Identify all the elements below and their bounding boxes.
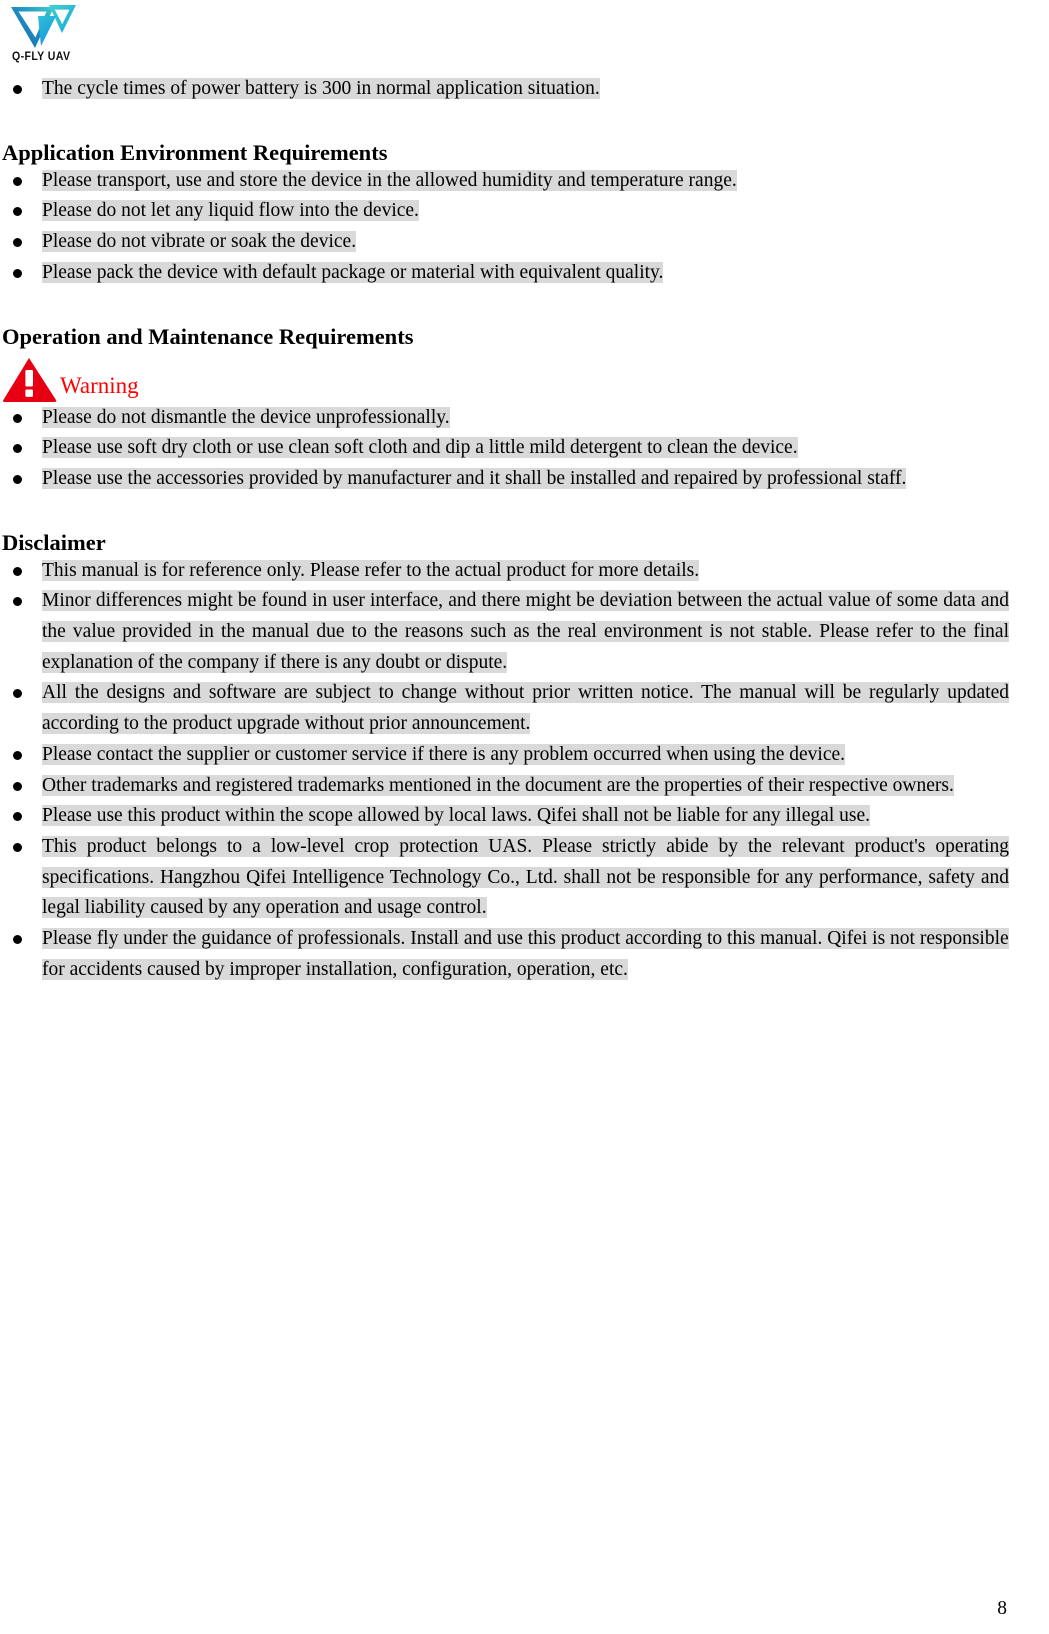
section-heading-disclaimer: Disclaimer [2,529,106,555]
list-item: Please use soft dry cloth or use clean s… [0,433,1009,464]
list-item-text: Please pack the device with default pack… [42,261,664,283]
list-item-text: Please do not dismantle the device unpro… [42,406,450,428]
bullet-list-operation-maintenance: Please do not dismantle the device unpro… [0,403,1009,495]
bullet-dot-icon [13,935,22,945]
list-item-text: Please fly under the guidance of profess… [42,928,1009,980]
list-item-text: Please use soft dry cloth or use clean s… [42,437,798,459]
bullet-dot-icon [13,812,22,822]
list-item-text: Please transport, use and store the devi… [42,169,737,191]
list-item-text: This manual is for reference only. Pleas… [42,559,700,581]
list-item: Please use this product within the scope… [0,801,1009,832]
list-item-text: This product belongs to a low-level crop… [42,835,1009,919]
bullet-dot-icon [13,781,22,791]
section-heading-application-environment: Application Environment Requirements [2,139,388,165]
list-item: Please transport, use and store the devi… [0,166,1009,197]
bullet-dot-icon [13,597,22,607]
logo-wordmark: Q-FLY UAV [12,51,71,63]
bullet-dot-icon [13,566,22,576]
section-heading-operation-maintenance: Operation and Maintenance Requirements [2,323,414,349]
list-item: This manual is for reference only. Pleas… [0,556,1009,587]
brand-logo: Q-FLY UAV [8,2,94,68]
bullet-dot-icon [13,474,22,484]
bullet-list-disclaimer: This manual is for reference only. Pleas… [0,556,1009,986]
page-number: 8 [997,1598,1007,1619]
list-item-text: Please do not let any liquid flow into t… [42,200,419,222]
intro-bullet-list: The cycle times of power battery is 300 … [0,74,1009,105]
warning-triangle-icon [3,357,57,402]
warning-notice: Warning [0,356,1009,402]
bullet-dot-icon [13,207,22,217]
document-page: Q-FLY UAV The cycle times of power batte… [0,0,1049,1634]
bullet-dot-icon [13,85,22,94]
list-item: Please fly under the guidance of profess… [0,924,1009,985]
list-item-text: Please use the accessories provided by m… [42,467,907,489]
bullet-dot-icon [13,413,22,423]
list-item: The cycle times of power battery is 300 … [0,74,1009,105]
bullet-list-application-environment: Please transport, use and store the devi… [0,166,1009,289]
list-item-text: Please do not vibrate or soak the device… [42,231,357,253]
list-item-text: The cycle times of power battery is 300 … [42,78,600,99]
bullet-dot-icon [13,842,22,852]
list-item: Minor differences might be found in user… [0,586,1009,678]
bullet-dot-icon [13,689,22,699]
bullet-dot-icon [13,444,22,454]
list-item-text: Please use this product within the scope… [42,805,870,827]
list-item-text: Please contact the supplier or customer … [42,743,846,765]
list-item: Please do not dismantle the device unpro… [0,403,1009,434]
list-item: Please pack the device with default pack… [0,258,1009,289]
bullet-dot-icon [13,750,22,760]
document-content: The cycle times of power battery is 300 … [0,74,1009,985]
bullet-dot-icon [13,176,22,186]
bullet-dot-icon [13,238,22,248]
list-item: Please contact the supplier or customer … [0,740,1009,771]
q-fly-uav-mark-icon [11,5,76,48]
list-item-text: Other trademarks and registered trademar… [42,774,954,796]
list-item: Other trademarks and registered trademar… [0,771,1009,802]
list-item: Please do not let any liquid flow into t… [0,196,1009,227]
list-item-text: All the designs and software are subject… [42,682,1009,735]
list-item-text: Minor differences might be found in user… [42,590,1009,673]
bullet-dot-icon [13,268,22,278]
warning-label: Warning [60,372,139,398]
list-item: All the designs and software are subject… [0,678,1009,739]
list-item: Please use the accessories provided by m… [0,464,1009,495]
list-item: This product belongs to a low-level crop… [0,832,1009,924]
list-item: Please do not vibrate or soak the device… [0,227,1009,258]
